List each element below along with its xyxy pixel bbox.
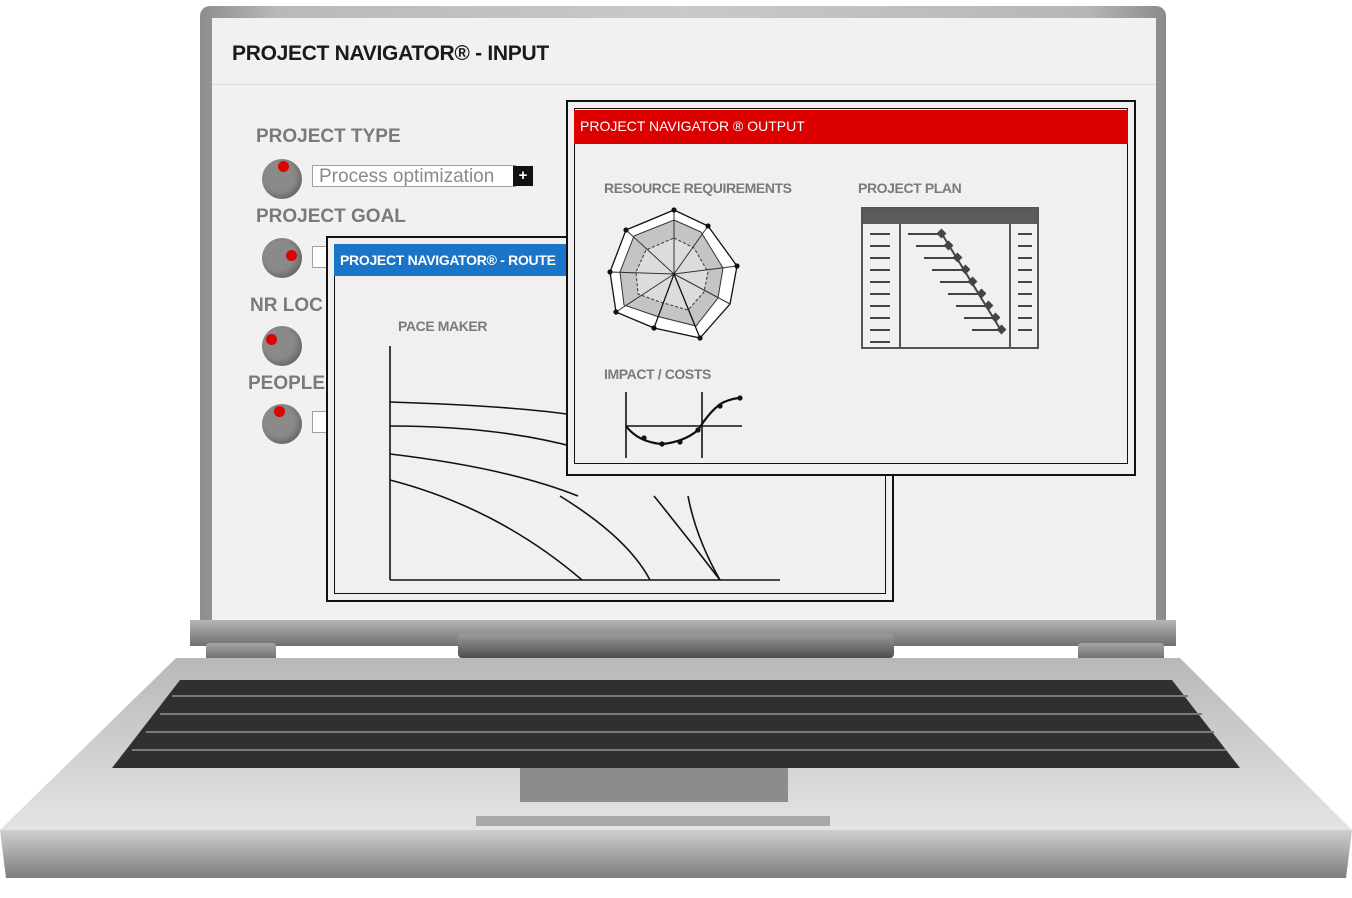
route-curve — [653, 495, 721, 581]
impact-costs-points — [641, 395, 743, 447]
route-curve — [389, 453, 579, 497]
project-goal-knob[interactable] — [262, 238, 302, 278]
input-window-title: PROJECT NAVIGATOR® - INPUT — [232, 42, 549, 65]
laptop-base — [0, 658, 1352, 878]
knob-indicator — [274, 406, 285, 417]
touchpad — [520, 768, 788, 802]
project-type-knob[interactable] — [262, 159, 302, 199]
project-type-field[interactable]: Process optimization — [312, 165, 516, 187]
output-window[interactable]: PROJECT NAVIGATOR ® OUTPUT RESOURCE REQU… — [566, 100, 1136, 476]
title-divider — [212, 84, 1156, 85]
people-label: PEOPLE — [248, 373, 326, 394]
output-graphics — [607, 207, 1039, 458]
add-button[interactable]: + — [513, 166, 533, 186]
people-knob[interactable] — [262, 404, 302, 444]
touchpad-button — [476, 816, 830, 826]
route-curve — [687, 495, 721, 581]
knob-indicator — [286, 250, 297, 261]
route-curve — [389, 425, 579, 449]
keyboard — [112, 680, 1240, 768]
project-goal-label: PROJECT GOAL — [256, 206, 406, 227]
route-curve — [389, 401, 581, 417]
resource-radar-chart — [607, 207, 740, 341]
route-curve — [559, 495, 651, 581]
laptop-front-edge — [0, 830, 1352, 878]
nr-loc-knob[interactable] — [262, 326, 302, 366]
impact-costs-chart — [625, 392, 742, 458]
project-plan-gantt — [861, 207, 1039, 349]
knob-indicator — [278, 161, 289, 172]
project-type-label: PROJECT TYPE — [256, 126, 401, 147]
route-curve — [389, 479, 583, 581]
nr-loc-label: NR LOC — [250, 295, 323, 316]
laptop-screen: PROJECT NAVIGATOR® - INPUT PROJECT TYPE … — [212, 18, 1156, 620]
knob-indicator — [266, 334, 277, 345]
